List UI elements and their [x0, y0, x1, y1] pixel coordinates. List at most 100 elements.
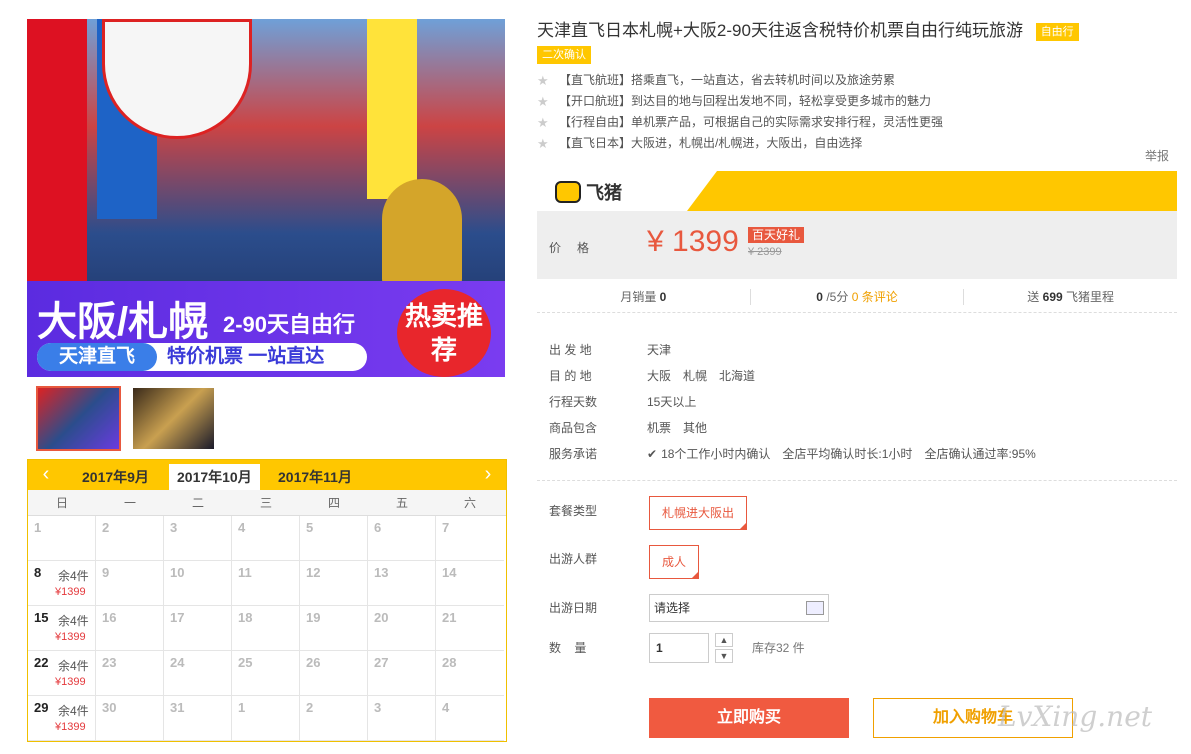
hero-subtitle: 2-90天自由行: [223, 312, 356, 337]
thumbnail-2[interactable]: [131, 386, 216, 451]
calendar-day[interactable]: 15 余4件 ¥1399: [28, 606, 96, 651]
day-stock: 余4件: [58, 569, 89, 583]
day-number: 13: [374, 565, 389, 580]
calendar-day: 27: [368, 651, 436, 696]
weekday-header: 一: [123, 496, 136, 510]
feature-item: ★ 【直飞日本】大阪进，札幌出/札幌进，大阪出，自由选择: [537, 133, 1177, 154]
increment-button[interactable]: ▲: [715, 633, 733, 647]
calendar-day: 9: [96, 561, 164, 606]
day-number: 2: [306, 700, 314, 715]
price-box: 价格 ¥ 1399 百天好礼 ¥ 2399: [537, 211, 1177, 279]
calendar-icon: [806, 601, 824, 615]
weekday-header: 日: [55, 496, 68, 510]
day-number: 21: [442, 610, 457, 625]
crowd-option[interactable]: 成人: [649, 545, 700, 579]
date-picker[interactable]: 请选择: [649, 594, 829, 622]
stock-text: 库存32 件: [752, 641, 805, 655]
brand-bar: 飞猪: [537, 171, 1177, 211]
calendar-day: 25: [232, 651, 300, 696]
calendar-day: 4: [436, 696, 504, 741]
trip-days: 15天以上: [647, 395, 697, 409]
calendar-day: 28: [436, 651, 504, 696]
day-number: 11: [238, 565, 252, 580]
day-number: 2: [102, 520, 110, 535]
day-number: 17: [170, 610, 185, 625]
score-value: 0: [816, 290, 823, 304]
day-number: 6: [374, 520, 382, 535]
check-circle-icon: ✔: [647, 447, 658, 461]
day-number: 19: [306, 610, 321, 625]
hot-badge: 热卖推荐: [397, 289, 491, 377]
calendar-day: 3: [368, 696, 436, 741]
calendar-day: 31: [164, 696, 232, 741]
reviews-link[interactable]: 0 条评论: [852, 290, 898, 304]
hero-strip-a: 天津直飞: [37, 343, 157, 371]
thumbnail-1[interactable]: [36, 386, 121, 451]
calendar-day: 13: [368, 561, 436, 606]
day-number: 8: [34, 565, 42, 580]
decrement-button[interactable]: ▼: [715, 649, 733, 663]
day-number: 22: [34, 655, 49, 670]
calendar-day[interactable]: 29 余4件 ¥1399: [28, 696, 96, 741]
calendar-day: 16: [96, 606, 164, 651]
brand-name: 飞猪: [586, 183, 622, 203]
hero-image: 大阪/札幌 2-90天自由行 天津直飞 特价机票 一站直达 热卖推荐: [27, 19, 505, 377]
price-label: 价格: [549, 241, 606, 255]
calendar-day: 20: [368, 606, 436, 651]
calendar-day: 19: [300, 606, 368, 651]
day-number: 1: [34, 520, 42, 535]
calendar-day[interactable]: 22 余4件 ¥1399: [28, 651, 96, 696]
calendar-day: 1: [232, 696, 300, 741]
calendar-day: 17: [164, 606, 232, 651]
day-number: 23: [102, 655, 117, 670]
calendar-day: 18: [232, 606, 300, 651]
buy-now-button[interactable]: 立即购买: [649, 698, 849, 738]
star-icon: ★: [537, 73, 549, 88]
day-number: 16: [102, 610, 117, 625]
weekday-header: 二: [191, 496, 204, 510]
billiken-statue: [382, 179, 462, 289]
gallery-panel: 大阪/札幌 2-90天自由行 天津直飞 特价机票 一站直达 热卖推荐 ‹ 201…: [27, 19, 507, 742]
price-value: ¥ 1399: [647, 225, 739, 258]
calendar-day: 10: [164, 561, 232, 606]
day-price: ¥1399: [55, 721, 86, 733]
weekday-header: 五: [395, 496, 408, 510]
chevron-right-icon[interactable]: ›: [478, 463, 498, 486]
month-tab-oct[interactable]: 2017年10月: [169, 464, 260, 490]
day-price: ¥1399: [55, 586, 86, 598]
gift-badge: 百天好礼: [748, 227, 805, 243]
miles-value: 699: [1042, 290, 1063, 304]
thumbnail-list: [36, 386, 216, 451]
star-icon: ★: [537, 136, 549, 151]
stats-bar: 月销量 0 0 /5分 0 条评论 送 699 飞猪里程: [537, 281, 1177, 313]
weekday-header: 六: [463, 496, 476, 510]
day-number: 4: [238, 520, 246, 535]
calendar-day: 14: [436, 561, 504, 606]
feature-item: ★ 【行程自由】单机票产品，可根据自己的实际需求安排行程，灵活性更强: [537, 112, 1177, 133]
day-stock: 余4件: [58, 614, 89, 628]
weekday-header: 四: [327, 496, 340, 510]
month-tab-nov[interactable]: 2017年11月: [270, 464, 360, 490]
day-number: 15: [34, 610, 49, 625]
day-number: 9: [102, 565, 110, 580]
month-tab-sep[interactable]: 2017年9月: [74, 464, 157, 490]
report-link[interactable]: 举报: [1145, 147, 1169, 164]
package-option[interactable]: 札幌进大阪出: [649, 496, 748, 530]
depart-city: 天津: [647, 343, 672, 357]
calendar-day: 11: [232, 561, 300, 606]
chevron-left-icon[interactable]: ‹: [36, 463, 56, 486]
day-number: 30: [102, 700, 117, 715]
calendar-day[interactable]: 8 余4件 ¥1399: [28, 561, 96, 606]
quantity-input[interactable]: 1: [649, 633, 709, 663]
day-number: 31: [170, 700, 185, 715]
date-label: 出游日期: [549, 601, 598, 615]
quantity-stepper: ▲ ▼: [715, 633, 733, 663]
day-stock: 余4件: [58, 659, 89, 673]
day-number: 20: [374, 610, 389, 625]
includes: 机票 其他: [647, 421, 708, 435]
weekday-header: 三: [259, 496, 272, 510]
day-price: ¥1399: [55, 631, 86, 643]
original-price: ¥ 2399: [748, 246, 782, 258]
calendar-day: 5: [300, 516, 368, 561]
star-icon: ★: [537, 115, 549, 130]
